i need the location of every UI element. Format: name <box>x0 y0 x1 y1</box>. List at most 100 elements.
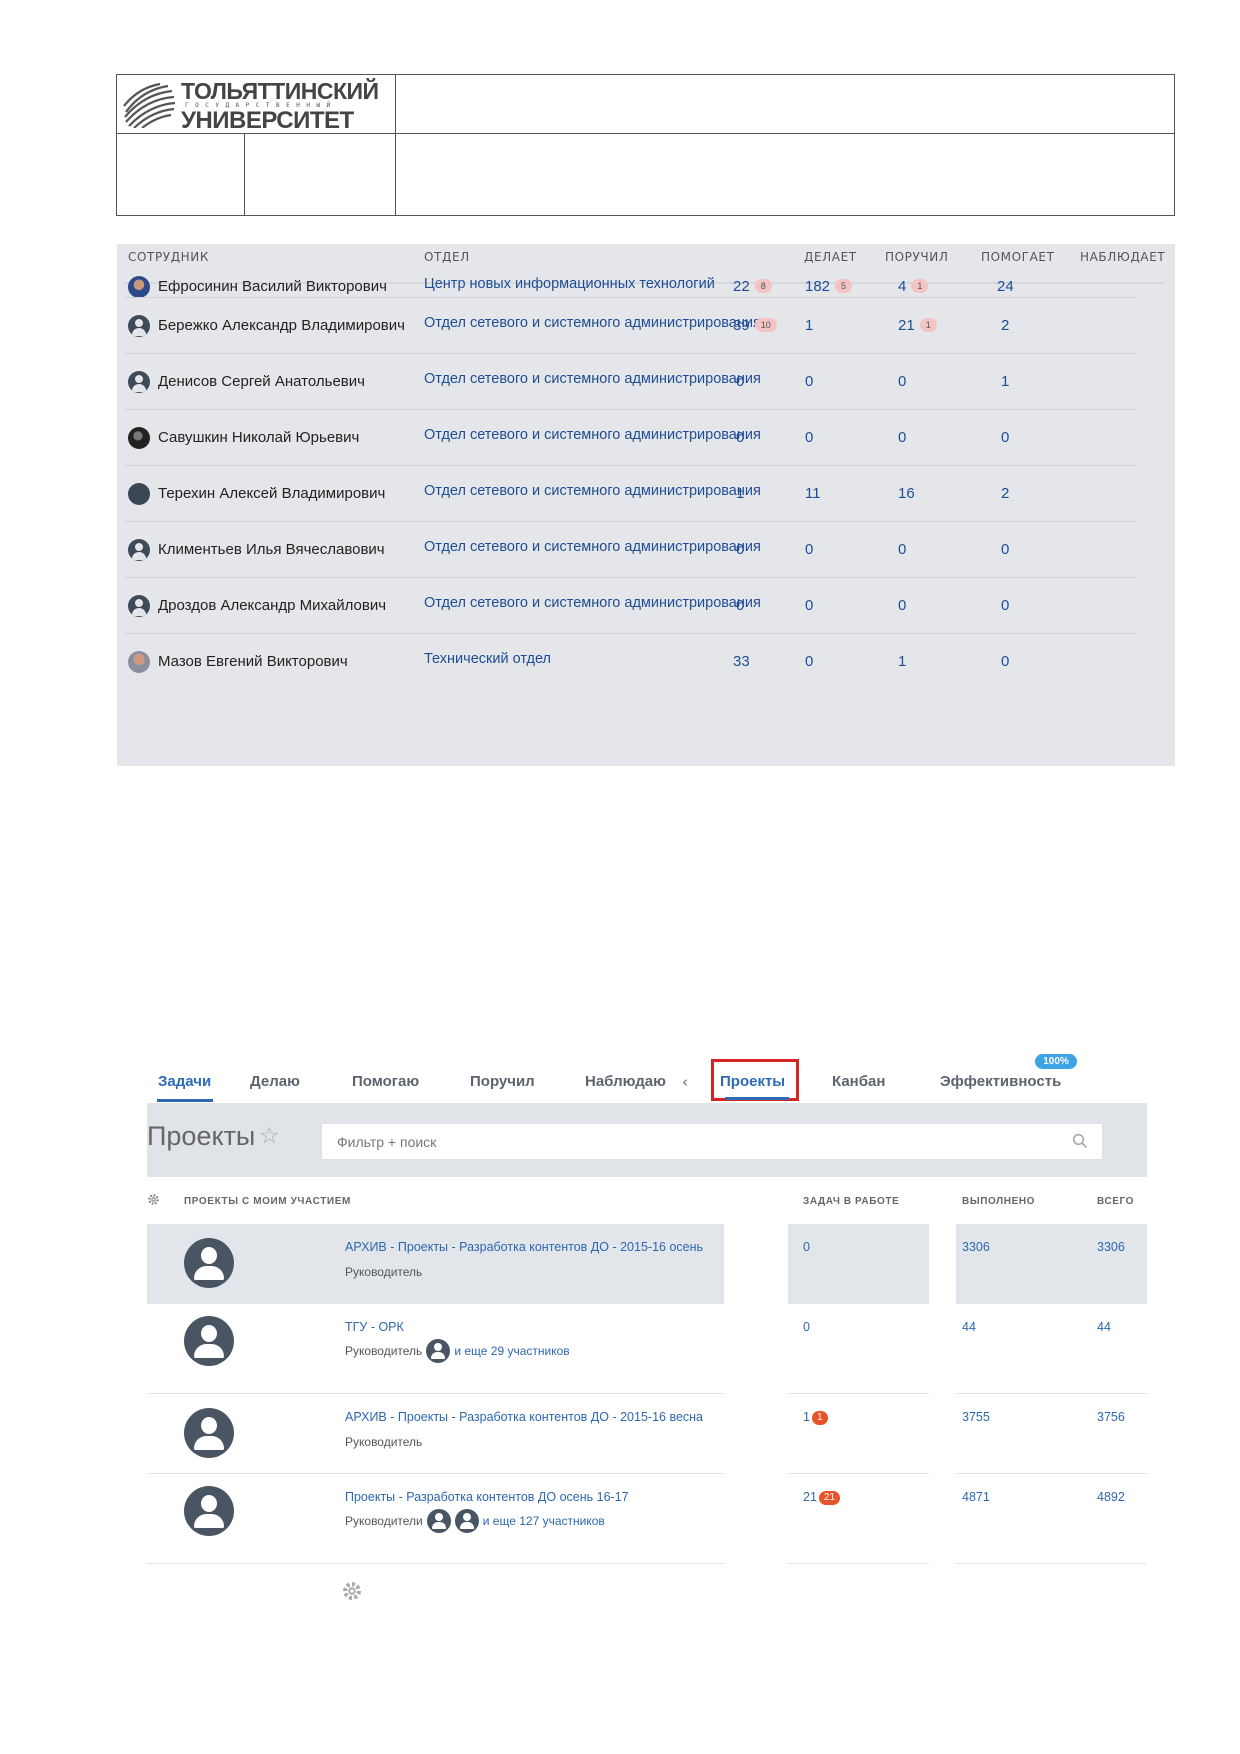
count-assigned[interactable]: 11 <box>805 485 821 502</box>
avatar[interactable] <box>128 651 150 673</box>
user-avatar-icon[interactable] <box>128 315 150 337</box>
user-avatar-icon[interactable] <box>128 595 150 617</box>
project-name-link[interactable]: АРХИВ - Проекты - Разработка контентов Д… <box>345 1410 703 1424</box>
avatar[interactable] <box>128 483 150 505</box>
search-input[interactable] <box>337 1132 1057 1152</box>
count-helping[interactable]: 0 <box>898 597 906 614</box>
tab-kanban[interactable]: Канбан <box>832 1073 885 1090</box>
department-link[interactable]: Отдел сетевого и системного администриро… <box>424 483 761 499</box>
count-doing[interactable]: 39 10 <box>733 317 777 334</box>
star-icon[interactable]: ☆ <box>259 1123 280 1149</box>
employee-row[interactable]: Бережко Александр Владимирович Отдел сете… <box>117 298 1137 354</box>
count-doing[interactable]: 33 <box>733 653 750 670</box>
project-avatar-icon[interactable] <box>184 1408 234 1458</box>
tasks-in-work[interactable]: 0 <box>803 1320 810 1334</box>
count-doing[interactable]: 22 8 <box>733 278 772 295</box>
tasks-in-work[interactable]: 0 <box>803 1240 810 1254</box>
tab-projects[interactable]: Проекты <box>720 1073 785 1090</box>
tasks-total[interactable]: 44 <box>1097 1320 1111 1334</box>
department-link[interactable]: Отдел сетевого и системного администриро… <box>424 371 761 387</box>
tasks-total[interactable]: 4892 <box>1097 1490 1125 1504</box>
project-row[interactable]: ТГУ - ОРК Руководитель и еще 29 участников… <box>147 1304 1147 1394</box>
count-helping[interactable]: 0 <box>898 429 906 446</box>
employee-row[interactable]: Климентьев Илья Вячеславович Отдел сетево… <box>117 522 1137 578</box>
count-watching[interactable]: 2 <box>1001 317 1009 334</box>
employee-name[interactable]: Ефросинин Василий Викторович <box>158 278 387 295</box>
tasks-done[interactable]: 3755 <box>962 1410 990 1424</box>
count-assigned[interactable]: 0 <box>805 429 813 446</box>
gear-icon[interactable] <box>147 1193 160 1206</box>
project-avatar-icon[interactable] <box>184 1486 234 1536</box>
avatar[interactable] <box>128 427 150 449</box>
project-name-link[interactable]: АРХИВ - Проекты - Разработка контентов Д… <box>345 1240 703 1254</box>
tasks-total[interactable]: 3756 <box>1097 1410 1125 1424</box>
col-header-in-work[interactable]: ЗАДАЧ В РАБОТЕ <box>803 1196 899 1207</box>
project-row[interactable]: АРХИВ - Проекты - Разработка контентов Д… <box>147 1394 1147 1474</box>
count-watching[interactable]: 2 <box>1001 485 1009 502</box>
member-avatar-icon[interactable] <box>454 1509 479 1533</box>
count-watching[interactable]: 0 <box>1001 541 1009 558</box>
employee-row[interactable]: Мазов Евгений Викторович Технический отде… <box>117 634 1137 690</box>
count-doing[interactable]: 0 <box>736 429 744 446</box>
tasks-total[interactable]: 3306 <box>1097 1240 1125 1254</box>
tasks-done[interactable]: 3306 <box>962 1240 990 1254</box>
project-row[interactable]: АРХИВ - Проекты - Разработка контентов Д… <box>147 1224 1147 1304</box>
count-helping[interactable]: 16 <box>898 485 915 502</box>
department-link[interactable]: Отдел сетевого и системного администриро… <box>424 539 761 555</box>
employee-row[interactable]: Савушкин Николай Юрьевич Отдел сетевого и… <box>117 410 1137 466</box>
department-link[interactable]: Отдел сетевого и системного администриро… <box>424 595 761 611</box>
employee-name[interactable]: Бережко Александр Владимирович <box>158 317 405 334</box>
avatar[interactable] <box>128 276 150 298</box>
project-name-link[interactable]: Проекты - Разработка контентов ДО осень … <box>345 1490 629 1504</box>
employee-name[interactable]: Савушкин Николай Юрьевич <box>158 429 359 446</box>
count-watching[interactable]: 0 <box>1001 653 1009 670</box>
count-assigned[interactable]: 0 <box>805 373 813 390</box>
count-assigned[interactable]: 0 <box>805 597 813 614</box>
employee-row[interactable]: Денисов Сергей Анатольевич Отдел сетевого… <box>117 354 1137 410</box>
more-members-link[interactable]: и еще 29 участников <box>454 1344 569 1358</box>
count-assigned[interactable]: 1 <box>805 317 813 334</box>
department-link[interactable]: Центр новых информационных технологий <box>424 276 715 292</box>
more-members-link[interactable]: и еще 127 участников <box>483 1514 605 1528</box>
project-name-link[interactable]: ТГУ - ОРК <box>345 1320 404 1334</box>
count-helping[interactable]: 0 <box>898 373 906 390</box>
department-link[interactable]: Отдел сетевого и системного администриро… <box>424 315 761 331</box>
employee-row[interactable]: Дроздов Александр Михайлович Отдел сетево… <box>117 578 1137 634</box>
tab-helping[interactable]: Помогаю <box>352 1073 419 1090</box>
tasks-in-work[interactable]: 11 <box>803 1410 828 1425</box>
count-assigned[interactable]: 0 <box>805 653 813 670</box>
col-header-total[interactable]: ВСЕГО <box>1097 1196 1134 1207</box>
count-doing[interactable]: 0 <box>736 597 744 614</box>
col-header-projects[interactable]: ПРОЕКТЫ С МОИМ УЧАСТИЕМ <box>184 1196 351 1207</box>
search-box[interactable] <box>321 1123 1103 1160</box>
employee-row[interactable]: Терехин Алексей Владимирович Отдел сетево… <box>117 466 1137 522</box>
user-avatar-icon[interactable] <box>128 371 150 393</box>
count-assigned[interactable]: 182 5 <box>805 278 853 295</box>
tasks-done[interactable]: 4871 <box>962 1490 990 1504</box>
tasks-done[interactable]: 44 <box>962 1320 976 1334</box>
count-doing[interactable]: 0 <box>736 541 744 558</box>
count-watching[interactable]: 1 <box>1001 373 1009 390</box>
project-row[interactable]: Проекты - Разработка контентов ДО осень … <box>147 1474 1147 1564</box>
tab-assigned[interactable]: Поручил <box>470 1073 535 1090</box>
tab-tasks[interactable]: Задачи <box>158 1073 211 1090</box>
search-icon[interactable] <box>1072 1133 1088 1149</box>
employee-name[interactable]: Денисов Сергей Анатольевич <box>158 373 365 390</box>
member-avatar-icon[interactable] <box>426 1509 451 1533</box>
count-watching[interactable]: 24 <box>997 278 1014 295</box>
employee-name[interactable]: Мазов Евгений Викторович <box>158 653 348 670</box>
project-avatar-icon[interactable] <box>184 1316 234 1366</box>
employee-name[interactable]: Климентьев Илья Вячеславович <box>158 541 385 558</box>
col-header-done[interactable]: ВЫПОЛНЕНО <box>962 1196 1035 1207</box>
tab-doing[interactable]: Делаю <box>250 1073 300 1090</box>
user-avatar-icon[interactable] <box>128 539 150 561</box>
member-avatar-icon[interactable] <box>426 1339 451 1363</box>
count-helping[interactable]: 21 1 <box>898 317 937 334</box>
project-avatar-icon[interactable] <box>184 1238 234 1288</box>
count-helping[interactable]: 0 <box>898 541 906 558</box>
tab-efficiency[interactable]: Эффективность <box>940 1073 1061 1090</box>
count-doing[interactable]: 1 <box>736 485 744 502</box>
employee-name[interactable]: Терехин Алексей Владимирович <box>158 485 385 502</box>
employee-row[interactable]: Ефросинин Василий Викторович Центр новых … <box>117 252 1137 298</box>
chevron-left-icon[interactable]: ‹ <box>682 1073 688 1091</box>
